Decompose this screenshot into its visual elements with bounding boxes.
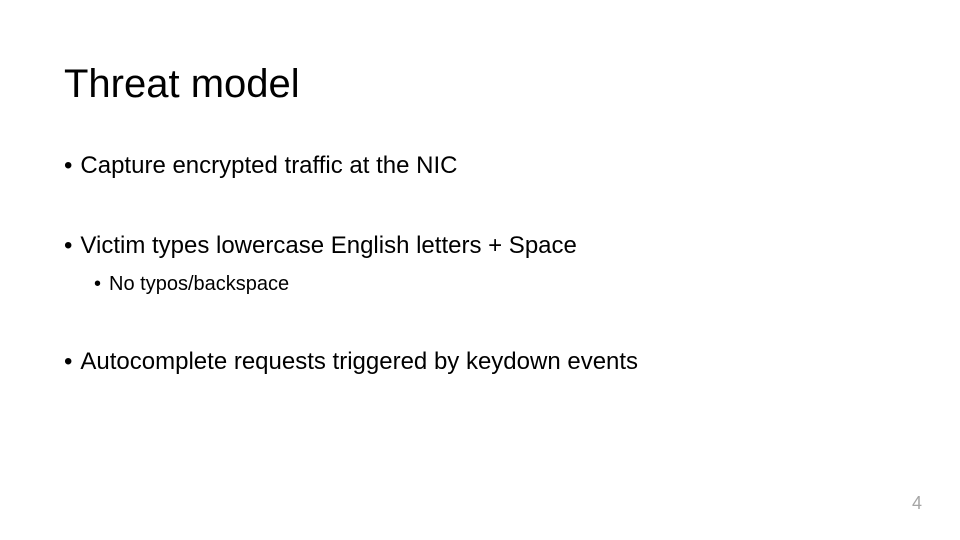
slide-content: • Capture encrypted traffic at the NIC •… (64, 150, 894, 386)
bullet-text: Autocomplete requests triggered by keydo… (80, 346, 638, 378)
bullet-text: No typos/backspace (109, 270, 289, 298)
bullet-marker: • (64, 230, 72, 262)
bullet-marker: • (64, 150, 72, 182)
bullet-item: • Victim types lowercase English letters… (64, 230, 894, 262)
bullet-subitem: • No typos/backspace (94, 270, 894, 298)
slide-title: Threat model (64, 62, 300, 107)
page-number: 4 (912, 493, 922, 514)
bullet-item: • Capture encrypted traffic at the NIC (64, 150, 894, 182)
bullet-marker: • (94, 270, 101, 298)
bullet-marker: • (64, 346, 72, 378)
bullet-text: Capture encrypted traffic at the NIC (80, 150, 457, 182)
bullet-item: • Autocomplete requests triggered by key… (64, 346, 894, 378)
bullet-text: Victim types lowercase English letters +… (80, 230, 576, 262)
